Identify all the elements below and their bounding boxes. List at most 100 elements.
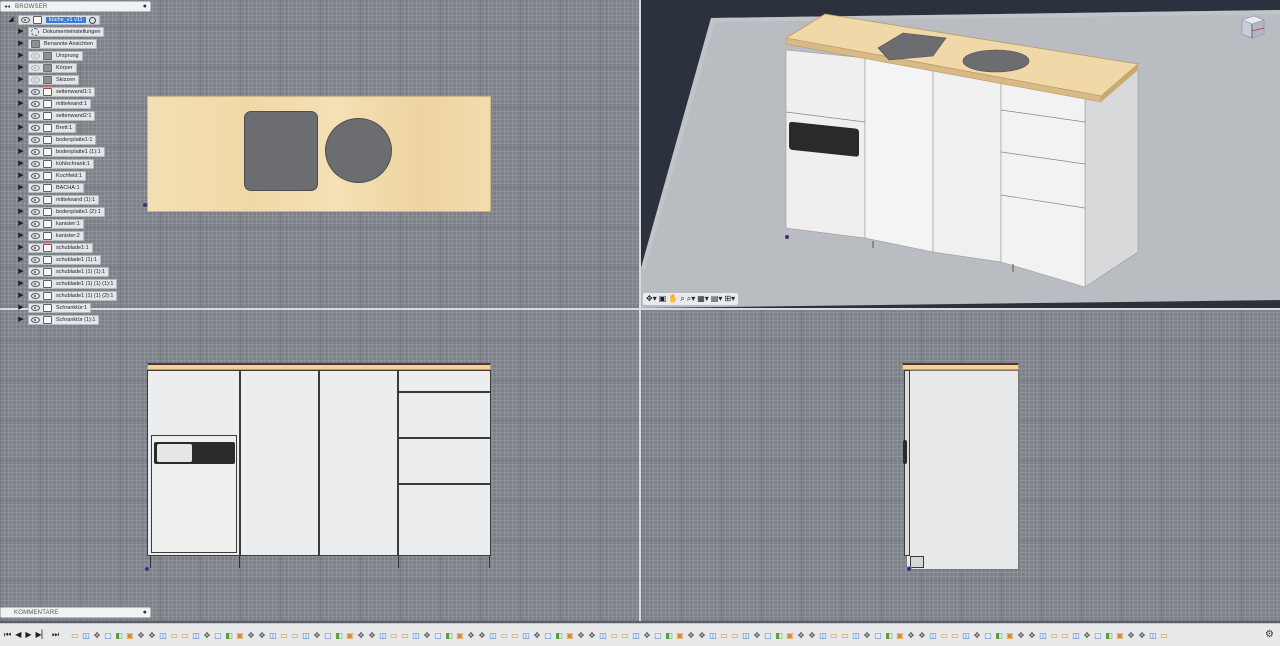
tree-item-chip[interactable]: Benannte Ansichten [28,39,97,49]
timeline-feature-icon[interactable]: ◧ [114,631,124,641]
tree-item-chip[interactable]: schublade1:1 [28,243,93,253]
previous-icon[interactable]: ◀ [15,630,21,640]
grid-icon[interactable]: ▤▾ [711,294,723,304]
timeline-feature-icon[interactable]: ▭ [719,631,729,641]
timeline-feature-icon[interactable]: ✥ [532,631,542,641]
timeline-feature-icon[interactable]: ▭ [840,631,850,641]
expand-arrow-icon[interactable]: ▶ [16,111,26,121]
timeline-feature-icon[interactable]: ▢ [763,631,773,641]
timeline-feature-icon[interactable]: ◧ [994,631,1004,641]
tree-item-chip[interactable]: Dokumenteinstellungen [28,27,105,37]
panel-options-icon[interactable]: ● [143,609,147,616]
timeline-feature-icon[interactable]: ▭ [620,631,630,641]
expand-arrow-icon[interactable]: ▶ [16,195,26,205]
timeline-feature-icon[interactable]: ◧ [1104,631,1114,641]
expand-arrow-icon[interactable]: ▶ [16,291,26,301]
timeline-feature-icon[interactable]: ◫ [1071,631,1081,641]
expand-arrow-icon[interactable]: ▶ [16,39,26,49]
timeline-feature-icon[interactable]: ◫ [521,631,531,641]
visibility-eye-icon[interactable] [21,17,30,23]
activate-target-icon[interactable] [88,16,96,24]
timeline-feature-icon[interactable]: ◧ [444,631,454,641]
timeline-feature-icon[interactable]: ▣ [1115,631,1125,641]
visibility-eye-icon[interactable] [31,317,40,323]
timeline-feature-icon[interactable]: ▭ [499,631,509,641]
look-at-icon[interactable]: ▣ [659,294,667,304]
timeline-feature-icon[interactable]: ◫ [741,631,751,641]
timeline-feature-icon[interactable]: ✥ [422,631,432,641]
timeline-feature-icon[interactable]: ✥ [862,631,872,641]
timeline-feature-icon[interactable]: ◫ [1148,631,1158,641]
tree-item[interactable]: ▶ schublade1 (1):1 [0,254,200,266]
timeline-feature-icon[interactable]: ▢ [653,631,663,641]
tree-item[interactable]: ▶ kühlschrank:1 [0,158,200,170]
timeline-feature-icon[interactable]: ✥ [576,631,586,641]
tree-item[interactable]: ▶ Ursprung [0,50,200,62]
timeline-feature-icon[interactable]: ▣ [125,631,135,641]
tree-item-chip[interactable]: Ursprung [28,51,83,61]
timeline-feature-icon[interactable]: ✥ [972,631,982,641]
visibility-eye-icon[interactable] [31,269,40,275]
next-icon[interactable]: ▶▏ [36,630,48,640]
tree-item-chip[interactable]: BACHA:1 [28,183,84,193]
timeline-feature-icon[interactable]: ◧ [224,631,234,641]
tree-item-chip[interactable]: mittelwand (1):1 [28,195,100,205]
expand-arrow-icon[interactable]: ▶ [16,231,26,241]
first-icon[interactable]: ⏮ [4,630,11,640]
timeline-feature-icon[interactable]: ◫ [961,631,971,641]
visibility-eye-icon[interactable] [31,173,40,179]
timeline-feature-icon[interactable]: ✥ [1082,631,1092,641]
timeline-feature-icon[interactable]: ◫ [708,631,718,641]
timeline-feature-icon[interactable]: ▢ [983,631,993,641]
expand-arrow-icon[interactable]: ▶ [16,207,26,217]
timeline-feature-icon[interactable]: ✥ [796,631,806,641]
tree-item-chip[interactable]: kanister:2 [28,231,84,241]
timeline-feature-icon[interactable]: ▭ [400,631,410,641]
tree-item[interactable]: ▶ BACHA:1 [0,182,200,194]
timeline-feature-icon[interactable]: ▭ [169,631,179,641]
tree-root[interactable]: ◢ küche_v1 v11 [0,14,200,26]
visibility-eye-icon[interactable] [31,161,40,167]
zoom-window-icon[interactable]: ⌕▾ [687,294,696,304]
tree-item[interactable]: ▶ Schranktür (1):1 [0,314,200,326]
expand-arrow-icon[interactable]: ▶ [16,51,26,61]
panel-options-icon[interactable]: ● [143,3,147,10]
tree-item-chip[interactable]: Brett:1 [28,123,77,133]
timeline-feature-icon[interactable]: ▢ [323,631,333,641]
visibility-eye-icon[interactable] [31,197,40,203]
timeline-feature-icon[interactable]: ✥ [1027,631,1037,641]
timeline-feature-icon[interactable]: ◫ [598,631,608,641]
tree-item-chip[interactable]: Körper [28,63,77,73]
visibility-eye-icon[interactable] [31,113,40,119]
tree-item-chip[interactable]: kühlschrank:1 [28,159,94,169]
timeline-feature-icon[interactable]: ✥ [917,631,927,641]
viewcube-icon[interactable] [1238,12,1266,42]
visibility-eye-icon[interactable] [31,257,40,263]
timeline-feature-icon[interactable]: ◧ [884,631,894,641]
timeline-feature-icon[interactable]: ▣ [235,631,245,641]
timeline-feature-icon[interactable]: ✥ [367,631,377,641]
timeline-feature-icon[interactable]: ✥ [642,631,652,641]
timeline-feature-icon[interactable]: ✥ [257,631,267,641]
timeline-feature-icon[interactable]: ▭ [939,631,949,641]
timeline-feature-icon[interactable]: ✥ [136,631,146,641]
timeline-feature-icon[interactable]: ▣ [675,631,685,641]
timeline-feature-icon[interactable]: ✥ [92,631,102,641]
visibility-eye-icon[interactable] [31,305,40,311]
timeline-feature-icon[interactable]: ◧ [334,631,344,641]
timeline-feature-icon[interactable]: ▣ [785,631,795,641]
timeline-feature-icon[interactable]: ▭ [279,631,289,641]
viewports-icon[interactable]: ⊞▾ [724,294,735,304]
expand-arrow-icon[interactable]: ▶ [16,183,26,193]
visibility-eye-icon[interactable] [31,293,40,299]
expand-arrow-icon[interactable]: ▶ [16,267,26,277]
timeline-feature-icon[interactable]: ◫ [191,631,201,641]
timeline-feature-icon[interactable]: ◧ [664,631,674,641]
timeline-feature-icon[interactable]: ◫ [158,631,168,641]
tree-item[interactable]: ▶ seitenwand2:1 [0,110,200,122]
tree-item-chip[interactable]: schublade1 (1) (1) (1):1 [28,279,118,289]
timeline-feature-icon[interactable]: ✥ [477,631,487,641]
timeline-feature-icon[interactable]: ✥ [202,631,212,641]
timeline-feature-icon[interactable]: ▭ [1159,631,1169,641]
timeline-feature-icon[interactable]: ▭ [290,631,300,641]
